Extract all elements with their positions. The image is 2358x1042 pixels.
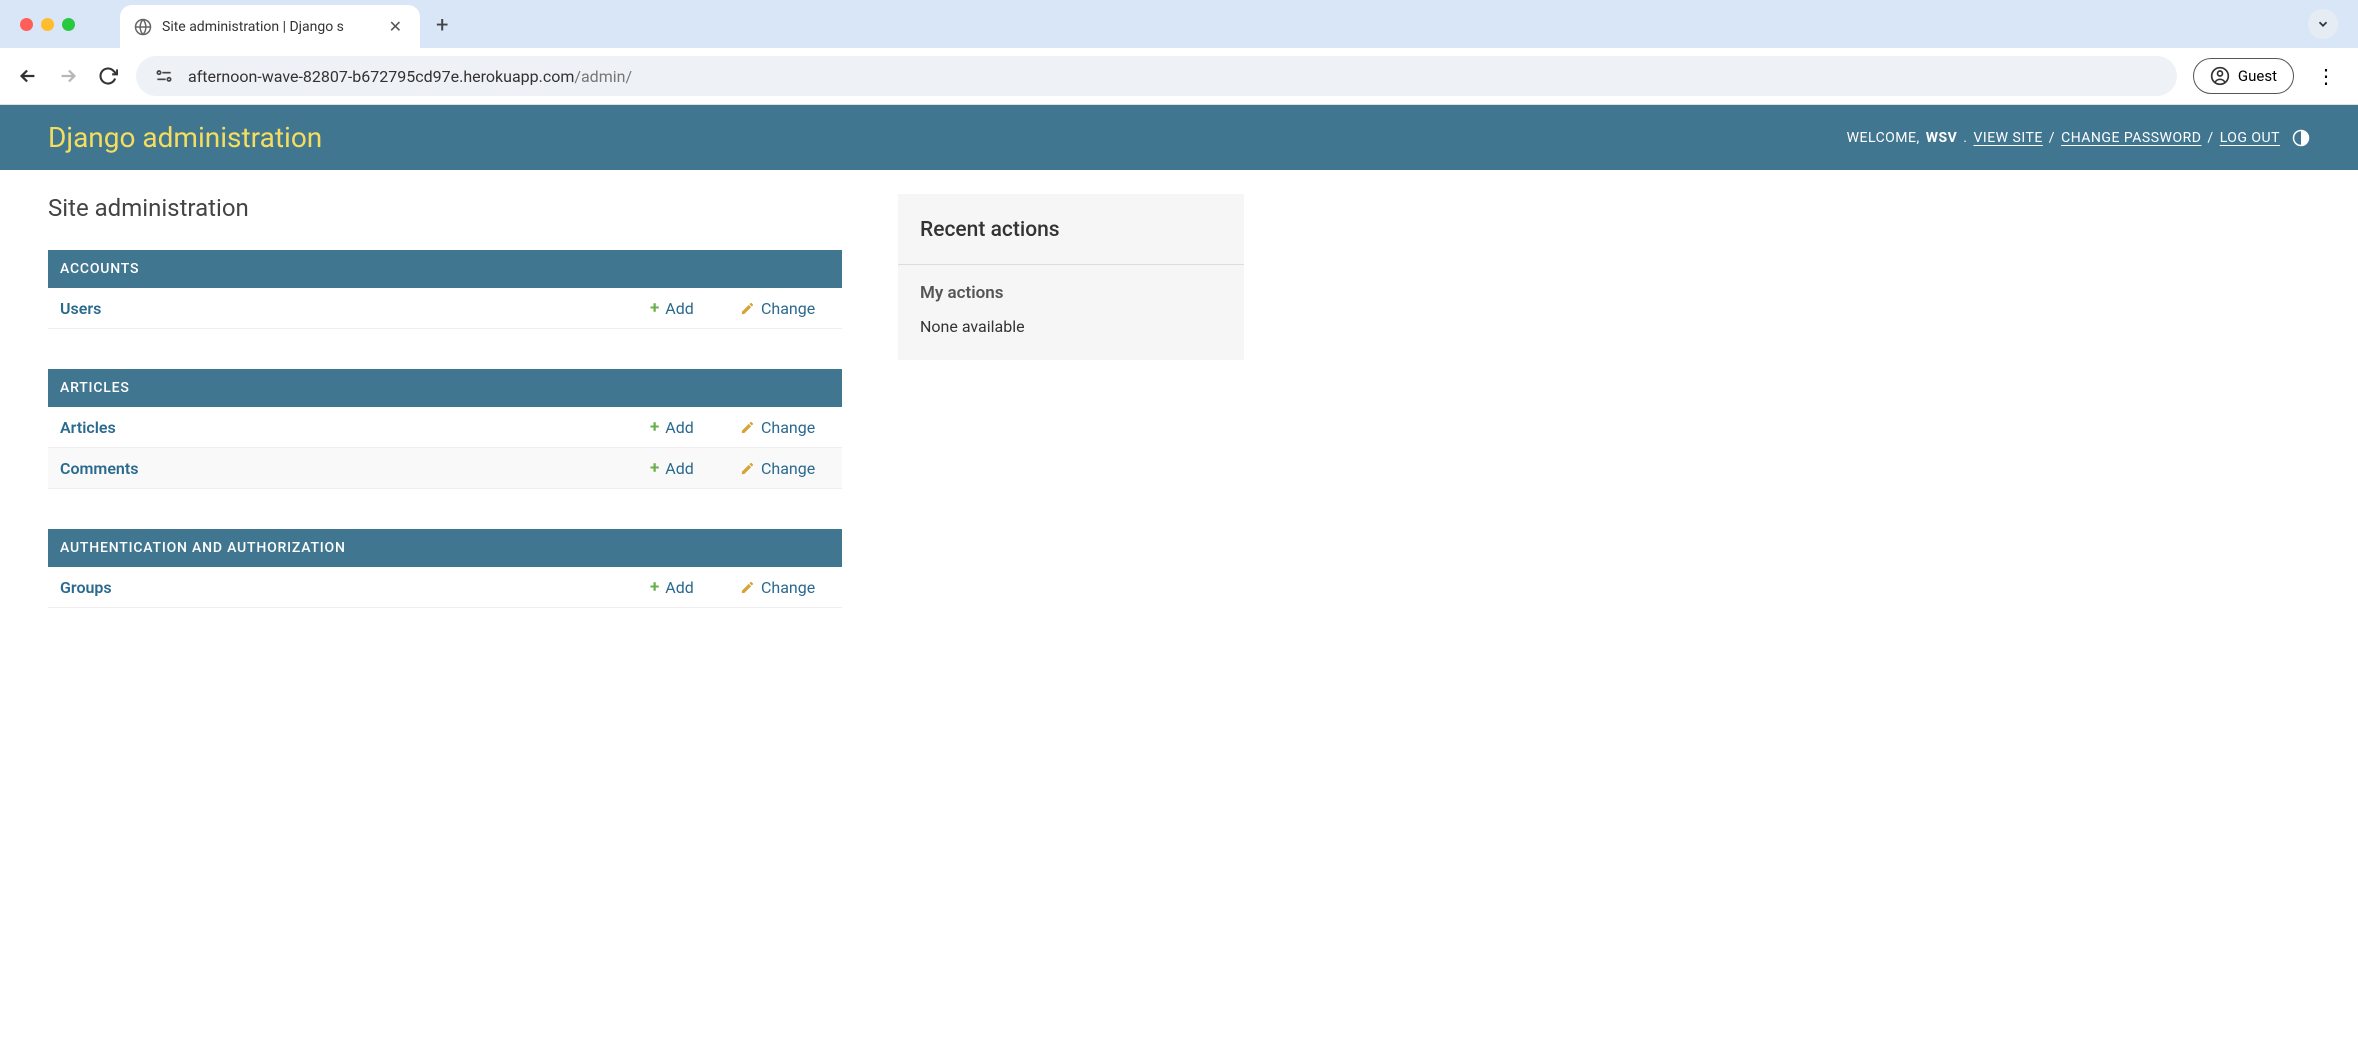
model-row-groups: Groups + Add Change [48, 567, 842, 608]
close-window-button[interactable] [20, 18, 33, 31]
model-row-articles: Articles + Add Change [48, 407, 842, 448]
profile-button[interactable]: Guest [2193, 58, 2294, 94]
add-label: Add [665, 418, 693, 437]
django-header: Django administration WELCOME, WSV. VIEW… [0, 105, 2358, 170]
add-label: Add [665, 459, 693, 478]
page-title: Site administration [48, 194, 842, 222]
browser-menu-button[interactable]: ⋮ [2310, 64, 2342, 88]
add-label: Add [665, 299, 693, 318]
username: WSV [1926, 130, 1958, 146]
module-header[interactable]: ARTICLES [48, 369, 842, 407]
change-label: Change [761, 459, 815, 478]
new-tab-button[interactable]: + [420, 3, 464, 48]
profile-label: Guest [2238, 67, 2277, 85]
plus-icon: + [650, 458, 659, 478]
welcome-text: WELCOME, [1847, 130, 1920, 146]
back-button[interactable] [16, 64, 40, 88]
content: Site administration ACCOUNTS Users + Add… [0, 170, 2358, 672]
plus-icon: + [650, 577, 659, 597]
model-link[interactable]: Groups [60, 578, 650, 597]
view-site-link[interactable]: VIEW SITE [1973, 130, 2042, 146]
pencil-icon [740, 580, 755, 595]
url-path: /admin/ [574, 67, 632, 86]
change-link[interactable]: Change [740, 459, 830, 478]
plus-icon: + [650, 298, 659, 318]
add-link[interactable]: + Add [650, 577, 740, 597]
model-row-users: Users + Add Change [48, 288, 842, 329]
my-actions-heading: My actions [920, 283, 1222, 303]
model-link[interactable]: Comments [60, 459, 650, 478]
divider [898, 264, 1244, 265]
close-tab-button[interactable]: ✕ [385, 17, 406, 36]
add-link[interactable]: + Add [650, 417, 740, 437]
module-header[interactable]: AUTHENTICATION AND AUTHORIZATION [48, 529, 842, 567]
change-link[interactable]: Change [740, 299, 830, 318]
change-password-link[interactable]: CHANGE PASSWORD [2061, 130, 2201, 146]
model-link[interactable]: Users [60, 299, 650, 318]
tabs-dropdown-button[interactable] [2308, 9, 2338, 39]
brand-title[interactable]: Django administration [48, 121, 322, 154]
recent-actions-heading: Recent actions [920, 218, 1222, 242]
window-controls [0, 0, 95, 49]
add-label: Add [665, 578, 693, 597]
tab-bar: Site administration | Django s ✕ + [0, 0, 2358, 48]
site-settings-icon[interactable] [154, 66, 174, 86]
url-text: afternoon-wave-82807-b672795cd97e.heroku… [188, 67, 632, 86]
module-auth: AUTHENTICATION AND AUTHORIZATION Groups … [48, 529, 842, 608]
reload-button[interactable] [96, 64, 120, 88]
change-label: Change [761, 578, 815, 597]
add-link[interactable]: + Add [650, 458, 740, 478]
maximize-window-button[interactable] [62, 18, 75, 31]
module-accounts: ACCOUNTS Users + Add Change [48, 250, 842, 329]
address-bar[interactable]: afternoon-wave-82807-b672795cd97e.heroku… [136, 56, 2177, 96]
change-label: Change [761, 418, 815, 437]
module-articles: ARTICLES Articles + Add Change Comments … [48, 369, 842, 489]
theme-toggle-icon[interactable] [2292, 129, 2310, 147]
module-header[interactable]: ACCOUNTS [48, 250, 842, 288]
pencil-icon [740, 461, 755, 476]
tab-title: Site administration | Django s [162, 19, 375, 35]
plus-icon: + [650, 417, 659, 437]
change-link[interactable]: Change [740, 418, 830, 437]
add-link[interactable]: + Add [650, 298, 740, 318]
change-link[interactable]: Change [740, 578, 830, 597]
model-link[interactable]: Articles [60, 418, 650, 437]
sidebar-recent-actions: Recent actions My actions None available [898, 194, 1244, 360]
user-bar: WELCOME, WSV. VIEW SITE / CHANGE PASSWOR… [1847, 129, 2310, 147]
browser-toolbar: afternoon-wave-82807-b672795cd97e.heroku… [0, 48, 2358, 105]
pencil-icon [740, 420, 755, 435]
browser-tab[interactable]: Site administration | Django s ✕ [120, 5, 420, 48]
forward-button[interactable] [56, 64, 80, 88]
model-row-comments: Comments + Add Change [48, 448, 842, 489]
logout-link[interactable]: LOG OUT [2220, 130, 2280, 146]
none-available-text: None available [920, 317, 1222, 336]
change-label: Change [761, 299, 815, 318]
main-column: Site administration ACCOUNTS Users + Add… [48, 194, 842, 648]
url-host: afternoon-wave-82807-b672795cd97e.heroku… [188, 67, 574, 86]
pencil-icon [740, 301, 755, 316]
globe-icon [134, 18, 152, 36]
browser-chrome: Site administration | Django s ✕ + after… [0, 0, 2358, 105]
minimize-window-button[interactable] [41, 18, 54, 31]
